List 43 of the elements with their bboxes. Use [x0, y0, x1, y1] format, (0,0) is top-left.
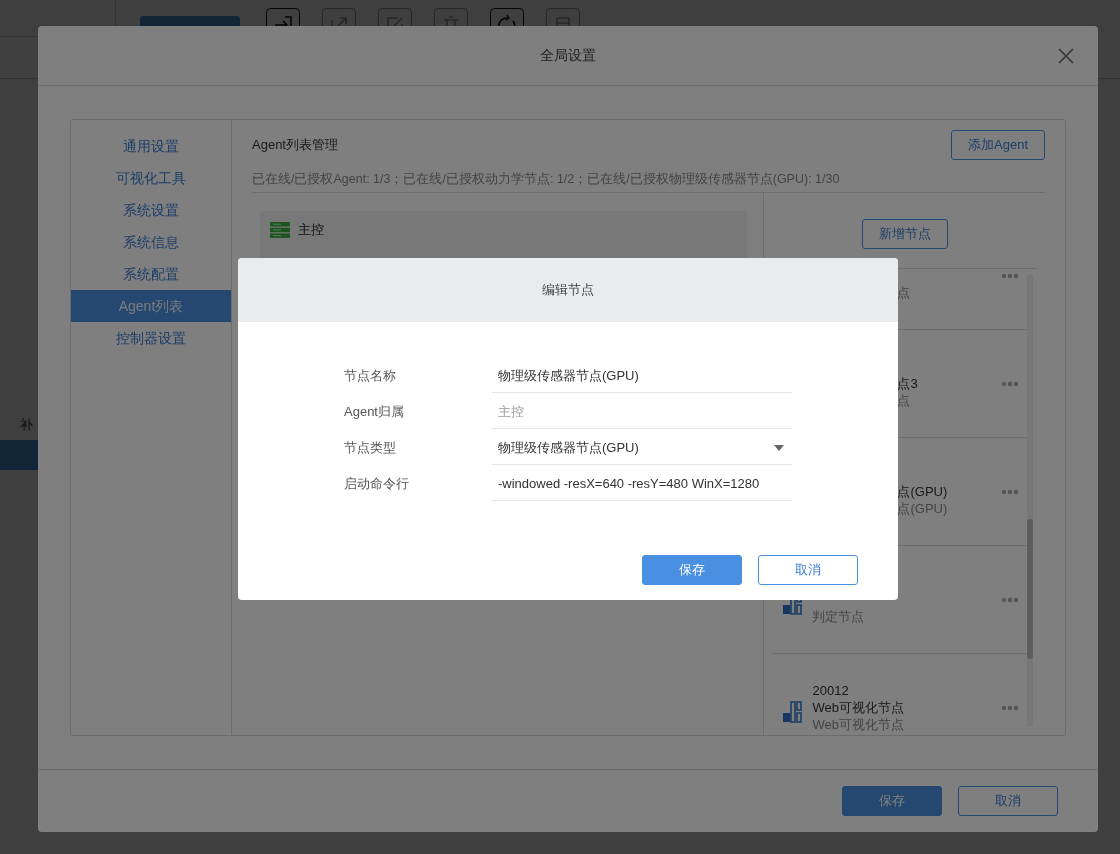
scrollbar[interactable]	[1027, 274, 1033, 727]
caret-icon	[774, 444, 784, 451]
node-icon	[782, 700, 803, 723]
node-type: 点	[897, 392, 912, 409]
node-type: 点(GPU)	[897, 500, 949, 517]
node-type: Web可视化节点	[812, 716, 905, 733]
nav-item[interactable]: 控制器设置	[71, 322, 231, 354]
section-title: Agent列表管理	[252, 136, 338, 154]
dialog-title: 全局设置	[540, 46, 596, 65]
dialog-title: 编辑节点	[542, 281, 594, 299]
nav-item[interactable]: 通用设置	[71, 130, 231, 162]
server-icon	[270, 222, 290, 238]
node-name: 点3	[897, 375, 919, 392]
save-button[interactable]: 保存	[642, 555, 742, 585]
more-icon[interactable]	[1001, 380, 1019, 387]
nav-item[interactable]: 系统设置	[71, 194, 231, 226]
nav-item[interactable]: 系统配置	[71, 258, 231, 290]
nav-item[interactable]: 系统信息	[71, 226, 231, 258]
node-id: 20012	[812, 682, 850, 699]
more-icon[interactable]	[1001, 272, 1019, 279]
add-agent-button[interactable]: 添加Agent	[951, 130, 1045, 160]
more-icon[interactable]	[1001, 488, 1019, 495]
cancel-button[interactable]: 取消	[758, 555, 858, 585]
cancel-button[interactable]: 取消	[958, 786, 1058, 816]
field-label: 节点类型	[344, 439, 397, 457]
field-label: Agent归属	[344, 403, 405, 421]
agent-name: 主控	[298, 221, 324, 239]
close-icon[interactable]	[1058, 48, 1074, 64]
node-type: 判定节点	[812, 608, 866, 625]
node-name: 点(GPU)	[897, 483, 949, 500]
field-label: 节点名称	[344, 367, 397, 385]
add-node-button[interactable]: 新增节点	[861, 219, 948, 249]
nav-item[interactable]: Agent列表	[71, 290, 231, 322]
field-label: 启动命令行	[344, 475, 410, 493]
node-type-select[interactable]: 物理级传感器节点(GPU)	[492, 431, 792, 465]
node-type: 点	[897, 284, 912, 301]
nav-item[interactable]: 可视化工具	[71, 162, 231, 194]
input-field[interactable]: 物理级传感器节点(GPU)	[492, 359, 792, 393]
input-field[interactable]: -windowed -resX=640 -resY=480 WinX=1280	[492, 467, 792, 501]
more-icon[interactable]	[1001, 596, 1019, 603]
save-button[interactable]: 保存	[842, 786, 942, 816]
more-icon[interactable]	[1001, 704, 1019, 711]
node-name: Web可视化节点	[812, 699, 905, 716]
